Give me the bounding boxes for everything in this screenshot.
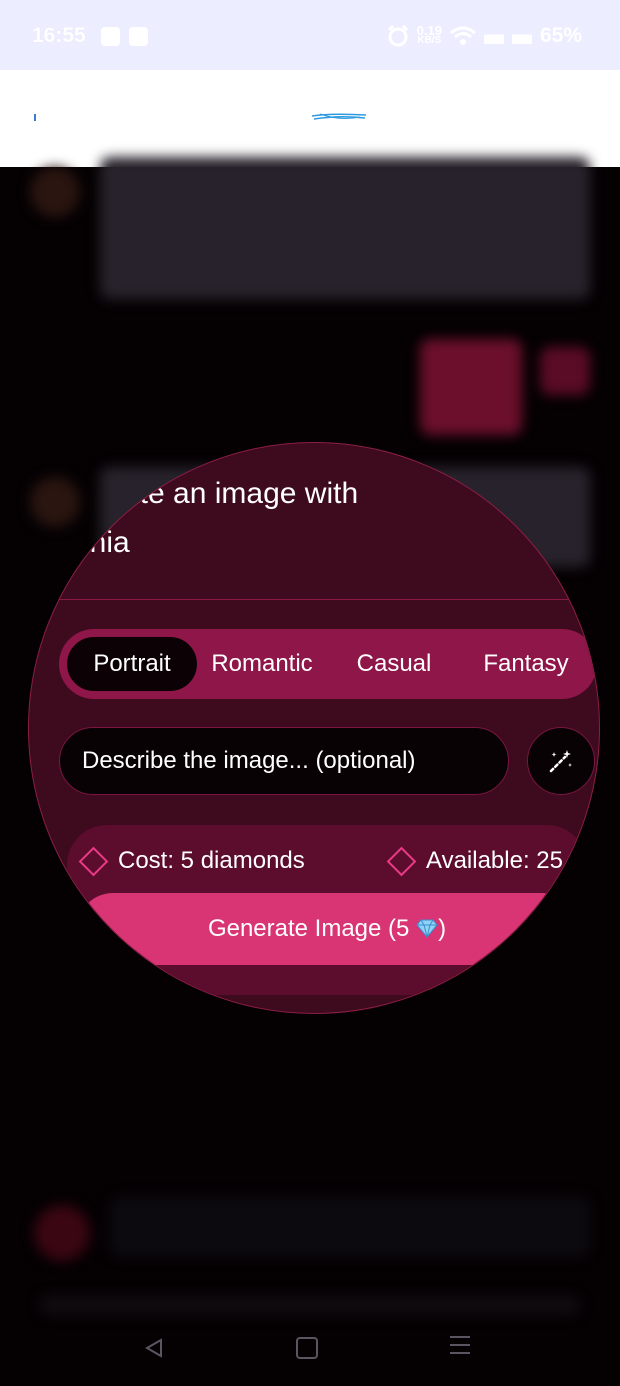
dialog-divider	[29, 599, 599, 600]
recents-icon[interactable]	[450, 1336, 470, 1360]
home-icon[interactable]	[296, 1337, 318, 1359]
cost-label: Cost: 5 diamonds	[118, 847, 305, 874]
available-info: Available: 25	[386, 846, 563, 876]
header-logo-scribble	[311, 113, 367, 120]
chat-bubble-user	[420, 339, 522, 435]
net-speed-unit: KB/S	[417, 35, 442, 46]
dialog-title-line2: phia	[73, 526, 130, 559]
style-tabs: Portrait Romantic Casual Fantasy	[59, 629, 597, 699]
status-right: 0.19 KB/S 65%	[387, 24, 582, 48]
message-input-bar	[110, 1197, 590, 1257]
cost-info: Cost: 5 diamonds	[78, 846, 305, 876]
message-notification-icon	[129, 27, 148, 46]
chat-bubble-user-small	[540, 347, 590, 395]
status-bar: 16:55 0.19 KB/S 65%	[0, 0, 620, 70]
dialog-title: ate an image with phia	[55, 469, 575, 567]
tab-fantasy[interactable]: Fantasy	[461, 637, 591, 691]
dialog-title-line1: ate an image with	[123, 477, 359, 510]
gem-icon	[416, 919, 438, 938]
input-avatar	[34, 1205, 90, 1261]
generate-button-suffix: )	[438, 915, 447, 942]
back-icon[interactable]	[144, 1338, 164, 1358]
tab-portrait[interactable]: Portrait	[67, 637, 197, 691]
wifi-icon	[450, 26, 476, 45]
system-nav-bar	[0, 1310, 620, 1386]
image-generator-dialog: ate an image with phia Portrait Romantic…	[28, 442, 600, 1014]
chat-bubble	[100, 157, 590, 299]
alarm-icon	[387, 25, 408, 47]
image-description-input[interactable]	[59, 727, 509, 795]
network-speed: 0.19 KB/S	[417, 24, 442, 46]
diamond-icon	[78, 846, 109, 876]
app-header	[0, 70, 620, 167]
header-mark	[34, 114, 36, 121]
status-time: 16:55	[32, 24, 86, 47]
magic-wand-icon	[549, 750, 572, 773]
diamond-icon	[386, 846, 417, 876]
battery-level: 65%	[539, 24, 582, 47]
magic-wand-button[interactable]	[527, 727, 595, 795]
tab-romantic[interactable]: Romantic	[197, 637, 327, 691]
tab-casual[interactable]: Casual	[329, 637, 459, 691]
generate-button-label: Generate Image (5	[207, 915, 410, 942]
notification-icon	[101, 27, 120, 46]
signal-icon-2	[511, 28, 532, 44]
generate-panel: Cost: 5 diamonds Available: 25 Generate …	[67, 825, 587, 995]
available-label: Available: 25	[426, 847, 563, 874]
signal-icon	[483, 28, 504, 44]
generate-image-button[interactable]: Generate Image (5 )	[77, 893, 577, 965]
chat-avatar	[30, 167, 80, 217]
